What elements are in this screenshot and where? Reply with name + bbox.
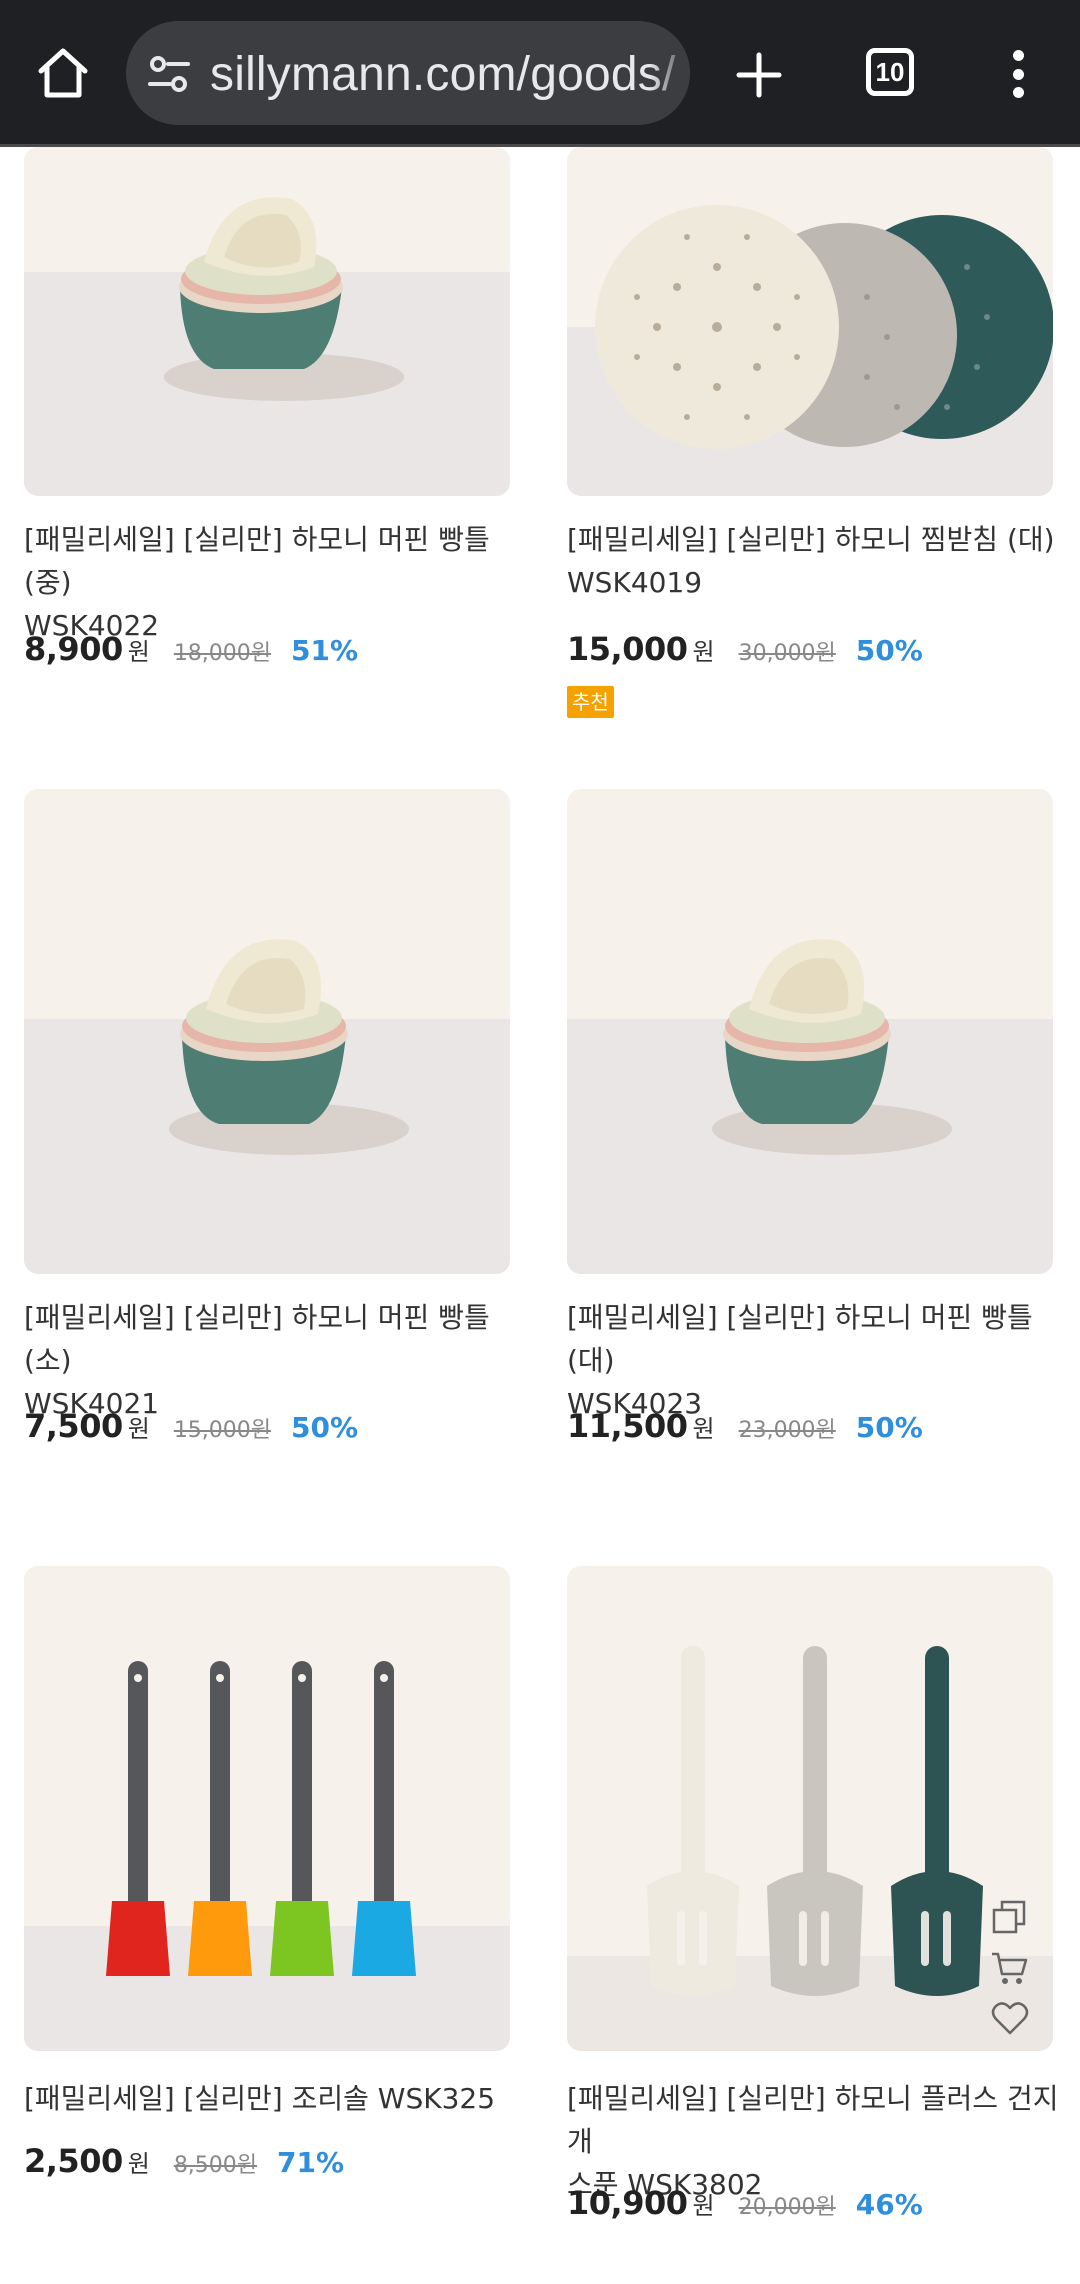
currency: 원: [692, 638, 715, 666]
url-bar[interactable]: sillymann.com/goods/: [126, 21, 690, 125]
discount-rate: 50%: [855, 1411, 923, 1444]
currency: 원: [692, 1415, 715, 1443]
discount-rate: 46%: [855, 2188, 923, 2221]
price-row: 2,500 원 8,500원 71%: [24, 2142, 344, 2186]
currency: 원: [692, 2192, 715, 2220]
product-name-line: [패밀리세일] [실리만] 하모니 머핀 빵틀 (대): [567, 1301, 1033, 1377]
recommended-badge: 추천: [567, 686, 614, 718]
url-fade: [650, 21, 690, 125]
product-name-line: [패밀리세일] [실리만] 조리솔 WSK325: [24, 2082, 496, 2115]
sale-price: 10,900: [567, 2184, 688, 2222]
tune-icon[interactable]: [146, 51, 192, 97]
product-image[interactable]: [24, 789, 510, 1274]
discount-rate: 50%: [291, 1411, 359, 1444]
product-name[interactable]: [패밀리세일] [실리만] 조리솔 WSK325: [24, 2077, 524, 2120]
original-price: 15,000원: [173, 1418, 272, 1443]
product-name[interactable]: [패밀리세일] [실리만] 하모니 머핀 빵틀 (소) WSK4021: [24, 1296, 524, 1425]
original-price: 30,000원: [738, 641, 836, 666]
tab-count: 10: [875, 56, 905, 87]
sale-price: 8,900: [24, 630, 123, 668]
product-image[interactable]: [24, 1566, 510, 2051]
price-row: 15,000 원 30,000원 50%: [567, 630, 923, 674]
currency: 원: [127, 1415, 150, 1443]
product-image[interactable]: [567, 147, 1053, 496]
sale-price: 2,500: [24, 2142, 123, 2180]
quick-actions: [988, 1896, 1032, 2046]
product-name-line: [패밀리세일] [실리만] 하모니 머핀 빵틀 (소): [24, 1301, 490, 1377]
sale-price: 7,500: [24, 1407, 123, 1445]
price-row: 11,500 원 23,000원 50%: [567, 1407, 923, 1451]
copy-icon[interactable]: [988, 1896, 1032, 1940]
tab-switcher-button[interactable]: 10: [866, 48, 914, 96]
original-price: 8,500원: [173, 2153, 258, 2178]
product-name[interactable]: [패밀리세일] [실리만] 하모니 머핀 빵틀 (대) WSK4023: [567, 1296, 1067, 1425]
heart-icon[interactable]: [988, 1996, 1032, 2040]
price-row: 8,900 원 18,000원 51%: [24, 630, 358, 674]
discount-rate: 50%: [855, 634, 923, 667]
currency: 원: [127, 2150, 150, 2178]
sale-price: 15,000: [567, 630, 688, 668]
product-name[interactable]: [패밀리세일] [실리만] 하모니 찜받침 (대) WSK4019: [567, 518, 1067, 604]
more-vert-icon[interactable]: [1000, 44, 1036, 104]
product-name-line: WSK4019: [567, 566, 703, 599]
product-name-line: [패밀리세일] [실리만] 하모니 플러스 건지개: [567, 2082, 1059, 2158]
product-name[interactable]: [패밀리세일] [실리만] 하모니 머핀 빵틀(중) WSK4022: [24, 518, 524, 647]
original-price: 23,000원: [738, 1418, 836, 1443]
product-name-line: [패밀리세일] [실리만] 하모니 머핀 빵틀(중): [24, 523, 490, 599]
product-image[interactable]: [24, 147, 510, 496]
currency: 원: [127, 638, 150, 666]
home-icon[interactable]: [30, 40, 96, 106]
product-image[interactable]: [567, 1566, 1053, 2051]
product-name-line: [패밀리세일] [실리만] 하모니 찜받침 (대): [567, 523, 1055, 556]
original-price: 20,000원: [738, 2195, 836, 2220]
price-row: 10,900 원 20,000원 46%: [567, 2184, 923, 2228]
url-text: sillymann.com/goods/: [210, 48, 676, 101]
browser-toolbar: sillymann.com/goods/ 10: [0, 0, 1080, 147]
product-image[interactable]: [567, 789, 1053, 1274]
plus-icon[interactable]: [724, 40, 794, 110]
original-price: 18,000원: [173, 641, 272, 666]
sale-price: 11,500: [567, 1407, 688, 1445]
discount-rate: 51%: [291, 634, 359, 667]
price-row: 7,500 원 15,000원 50%: [24, 1407, 358, 1451]
cart-icon[interactable]: [988, 1946, 1032, 1990]
discount-rate: 71%: [277, 2146, 345, 2179]
